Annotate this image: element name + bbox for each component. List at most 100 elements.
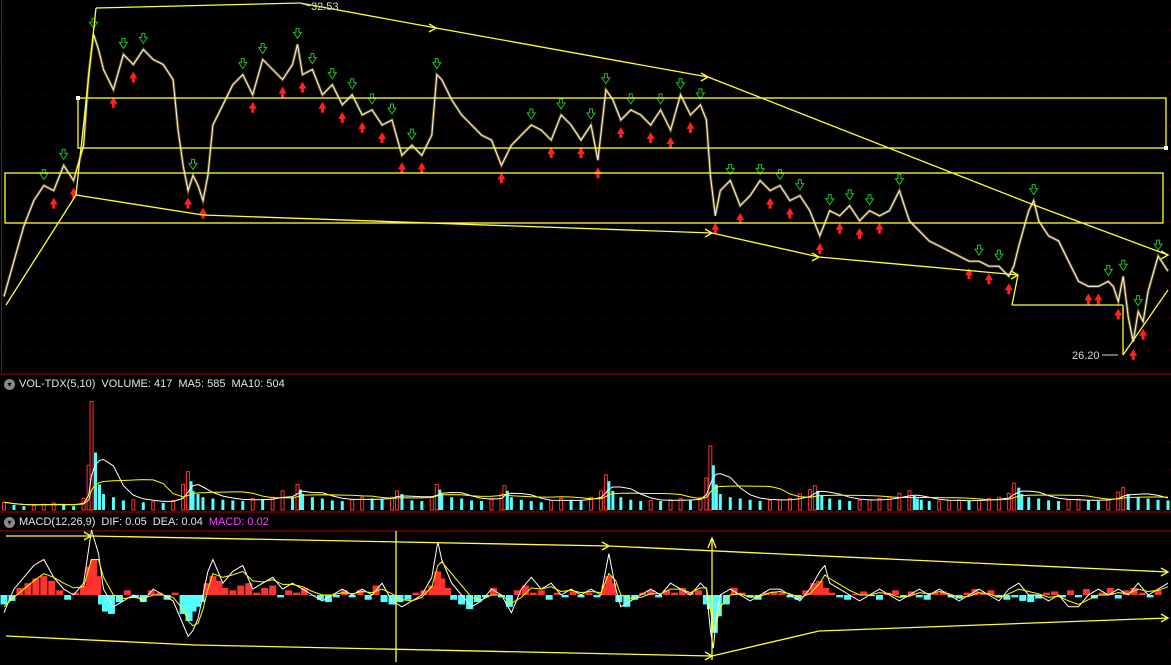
low-price-label: 26.20 [1072, 350, 1100, 362]
volume-bar [976, 499, 981, 511]
volume-bar [489, 498, 494, 511]
volume-bar [718, 494, 722, 510]
volume-bar [434, 483, 439, 511]
macd-histogram-bar [48, 580, 56, 595]
buy-signal-marker [855, 227, 864, 239]
macd-histogram-bar [1074, 595, 1082, 598]
volume-bar [848, 501, 852, 510]
volume-bar [688, 500, 692, 510]
sell-signal-marker [138, 32, 149, 45]
macd-histogram-bar [561, 595, 569, 598]
volume-bar [291, 497, 295, 510]
volume-bar [241, 501, 245, 510]
volume-bar [211, 498, 215, 510]
buy-signal-marker [785, 207, 794, 219]
macd-histogram-bar [209, 576, 217, 595]
volume-bar [519, 499, 523, 510]
sell-signal-marker [431, 58, 442, 70]
volume-bar [539, 502, 543, 510]
volume-bar [957, 499, 962, 511]
volume-bar [250, 498, 255, 511]
volume-bar [31, 505, 36, 511]
volume-bar [598, 490, 603, 511]
price-line-glow [2, 33, 1170, 343]
sell-signal-marker [775, 169, 785, 181]
volume-bar [1017, 487, 1021, 510]
sell-signal-marker [188, 158, 198, 171]
sell-signal-marker [586, 108, 596, 120]
sell-signal-marker [824, 194, 835, 206]
macd-title: MACD(12,26,9) [19, 516, 96, 528]
volume-bar [72, 506, 76, 510]
buy-signal-marker [686, 121, 695, 133]
sell-signal-marker [257, 42, 268, 55]
buy-signal-marker [666, 137, 675, 149]
volume-bar [919, 499, 923, 510]
macd-histogram-bar [171, 592, 179, 595]
macd-histogram-bar [332, 595, 340, 598]
sell-signal-marker [38, 169, 49, 181]
collapse-icon[interactable]: ▾ [4, 516, 15, 528]
trendline [194, 644, 713, 657]
volume-bar [738, 498, 742, 510]
volume-bar [857, 499, 862, 511]
sell-signal-marker [1133, 295, 1144, 307]
macd-histogram-bar [412, 592, 420, 595]
volume-bar [629, 499, 633, 510]
macd-histogram-bar [836, 595, 844, 598]
volume-bar [161, 502, 165, 510]
trendline [1033, 204, 1169, 256]
dea-stat: DEA: 0.04 [152, 516, 203, 528]
sell-signal-marker [526, 108, 537, 120]
trendline [711, 630, 820, 657]
volume-bar [1116, 491, 1121, 511]
volume-bar [98, 484, 102, 510]
macd-histogram-bar [364, 595, 372, 600]
macd-histogram-bar [215, 580, 223, 595]
macd-histogram-bar [197, 595, 205, 603]
macd-histogram-bar [1082, 589, 1090, 595]
volume-bar [1146, 498, 1150, 510]
macd-histogram-bar [537, 590, 545, 595]
volume-bar [450, 497, 454, 510]
trendline-annotations [4, 2, 1170, 662]
sell-signal-marker [844, 189, 855, 201]
volume-bar [141, 502, 145, 510]
sell-signal-marker [347, 78, 358, 90]
volume-bar [502, 485, 507, 511]
volume-header: ▾ VOL-TDX(5,10) VOLUME: 417 MA5: 585 MA1… [4, 377, 291, 391]
macd-histogram-bar [64, 595, 72, 600]
volume-bar [758, 501, 762, 510]
macd-header: ▾ MACD(12,26,9) DIF: 0.05 DEA: 0.04 MACD… [4, 515, 275, 529]
macd-histogram-bar [671, 592, 679, 595]
buy-signal-marker [646, 132, 655, 144]
volume-bar [460, 498, 464, 510]
macd-histogram-bar [593, 595, 601, 598]
volume-bar [867, 499, 872, 511]
macd-histogram-bar [458, 595, 466, 605]
buy-signal-marker [1084, 293, 1093, 305]
collapse-icon[interactable]: ▾ [4, 378, 15, 390]
volume-bar [280, 490, 285, 511]
volume-bar [639, 501, 643, 510]
buy-signal-marker [875, 222, 884, 234]
volume-bar [768, 499, 773, 511]
macd-histogram-bar [237, 585, 245, 595]
volume-bar [1156, 499, 1160, 510]
volume-bar [1106, 499, 1111, 511]
macd-histogram-bar [316, 595, 324, 600]
macd-histogram-bar [450, 595, 458, 600]
volume-bar [261, 499, 265, 510]
box-handle [1164, 146, 1168, 150]
volume-ma10-line [3, 479, 1169, 506]
macd-histogram-bar [438, 578, 446, 595]
volume-bar [12, 504, 16, 510]
trendline [435, 27, 709, 78]
macd-histogram-bar [585, 592, 593, 595]
macd-histogram-bar [1043, 592, 1051, 595]
volume-bar [937, 500, 942, 511]
volume-bar [816, 490, 820, 510]
volume-bar [619, 497, 623, 510]
volume-bar [330, 500, 334, 510]
sell-signal-marker [1028, 184, 1039, 196]
